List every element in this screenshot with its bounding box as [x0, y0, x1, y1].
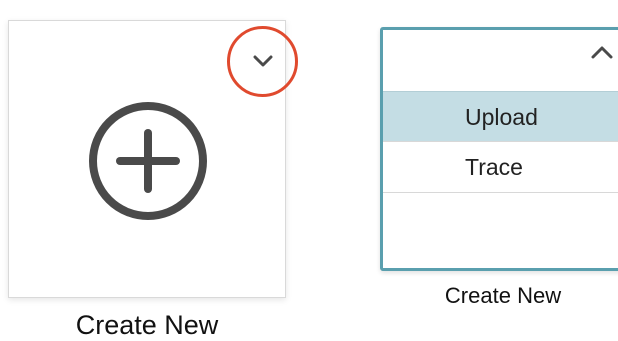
menu-item-upload[interactable]: Upload	[383, 91, 618, 142]
menu-item-trace[interactable]: Trace	[383, 142, 618, 193]
create-new-card-expanded[interactable]: Upload Trace	[380, 27, 618, 271]
create-new-label: Create New	[75, 310, 219, 340]
chevron-up-icon[interactable]	[589, 42, 615, 62]
dropdown-toggle-button[interactable]	[227, 26, 298, 97]
create-new-label: Create New	[444, 283, 562, 308]
create-new-dropdown-menu: Upload Trace	[383, 91, 618, 193]
plus-circle-icon[interactable]	[87, 100, 209, 222]
create-new-card-collapsed[interactable]	[8, 20, 298, 298]
chevron-down-icon	[253, 55, 273, 67]
